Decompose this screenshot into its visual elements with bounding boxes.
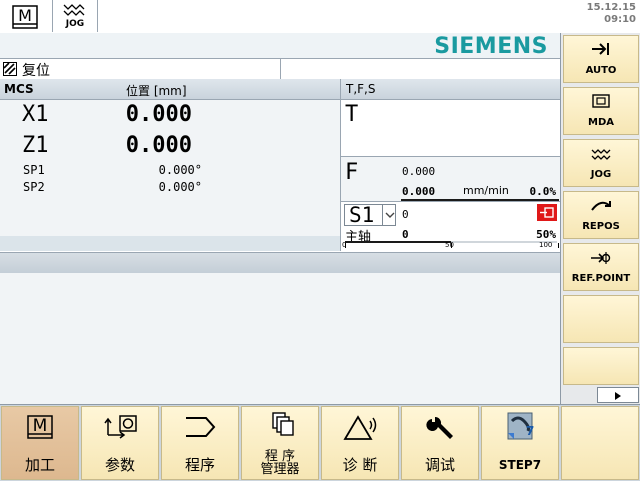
softkey-diagnostics[interactable]: 诊 断 — [321, 406, 399, 480]
divider-bar — [0, 252, 560, 274]
feed-row: F 0.000 0.000 mm/min 0.0% — [341, 156, 560, 202]
svg-text:M: M — [33, 416, 48, 436]
program-manager-icon — [272, 412, 294, 436]
axis-x1-name: X1 — [22, 102, 49, 127]
spindle-select[interactable]: S1 — [344, 203, 397, 227]
softkey-auto-label: AUTO — [585, 65, 617, 76]
softkey-diagnostics-label: 诊 断 — [342, 456, 378, 474]
softkey-program-label: 程序 — [184, 456, 215, 474]
spindle-override-percent: 50% — [536, 228, 556, 241]
spindle-sp2-value: 0.000° — [158, 180, 202, 194]
axis-x1-value: 0.000 — [125, 102, 192, 127]
softkey-program[interactable]: 程序 — [161, 406, 239, 480]
spindle-scale-0: 0 — [342, 241, 347, 249]
channel-status-bar: 复位 — [0, 58, 560, 80]
machine-area-button[interactable]: M — [0, 0, 50, 32]
jog-label: JOG — [65, 19, 85, 29]
program-icon — [186, 417, 216, 437]
softkey-commissioning[interactable]: 调试 — [401, 406, 479, 480]
repos-icon — [591, 201, 611, 211]
softkey-step7[interactable]: 7 STEP7 — [481, 406, 559, 480]
softkey-jog[interactable]: JOG — [563, 139, 639, 187]
jog-icon — [63, 4, 85, 16]
reset-status-text: 复位 — [22, 63, 50, 79]
date-time: 15.12.15 09:10 — [556, 2, 636, 26]
machine-icon: M — [27, 415, 53, 439]
tool-label: T — [345, 102, 359, 127]
step7-icon: 7 — [507, 412, 534, 440]
softkey-empty-7[interactable] — [563, 347, 639, 385]
empty-area — [0, 273, 560, 405]
mcs-header: MCS — [4, 82, 34, 96]
reset-status-icon — [3, 62, 17, 76]
brand-bar: SIEMENS — [0, 33, 560, 59]
spindle-sp2-name: SP2 — [23, 180, 45, 194]
mda-icon — [592, 94, 610, 108]
jog-icon — [591, 149, 611, 160]
softkey-empty-8[interactable] — [561, 406, 639, 480]
softkey-repos-label: REPOS — [582, 221, 620, 232]
spindle-sp1-value: 0.000° — [158, 163, 202, 177]
auto-icon — [592, 43, 609, 55]
position-header: MCS 位置 [mm] T,F,S — [0, 79, 560, 100]
softkey-auto[interactable]: AUTO — [563, 35, 639, 83]
softkey-parameter[interactable]: 参数 — [81, 406, 159, 480]
vertical-softkey-bar: AUTO MDA JOG REPOS REF.POINT — [560, 33, 640, 405]
horizontal-softkey-bar: M 加工 参数 程序 程 序 管理器 诊 断 调试 7 STEP7 — [0, 404, 640, 481]
wrench-icon — [426, 416, 453, 439]
spindle-speed-actual: 0 — [402, 228, 409, 241]
spindle-scale-100: 100 — [539, 241, 553, 249]
feed-label: F — [345, 160, 359, 185]
softkey-commissioning-label: 调试 — [424, 456, 455, 474]
date: 15.12.15 — [586, 2, 636, 13]
svg-text:7: 7 — [526, 424, 534, 438]
mcs-stripe — [0, 236, 340, 251]
softkey-program-manager-label: 程 序 管理器 — [260, 449, 300, 477]
mcs-position-panel: X1 0.000 Z1 0.000 SP1 0.000° SP2 0.000° — [0, 100, 341, 251]
feed-value-actual: 0.000 — [402, 185, 436, 198]
spindle-stop-icon — [537, 204, 557, 221]
softkey-machine[interactable]: M 加工 — [1, 406, 79, 480]
feed-value-set: 0.000 — [402, 165, 436, 178]
softkey-step7-label: STEP7 — [498, 458, 542, 472]
feed-override: 0.0% — [529, 185, 557, 198]
time: 09:10 — [604, 14, 636, 25]
axis-z1-value: 0.000 — [125, 133, 192, 158]
softkey-repos[interactable]: REPOS — [563, 191, 639, 239]
softkey-refpoint-label: REF.POINT — [571, 273, 631, 284]
parameter-icon — [104, 415, 137, 439]
refpoint-icon — [591, 252, 611, 264]
softkey-program-manager[interactable]: 程 序 管理器 — [241, 406, 319, 480]
softkey-jog-label: JOG — [590, 169, 612, 180]
siemens-logo: SIEMENS — [434, 34, 548, 59]
position-unit-header: 位置 [mm] — [126, 84, 187, 98]
next-arrow-icon — [615, 392, 621, 400]
tfs-panel: T F 0.000 0.000 mm/min 0.0% S1 0 主轴 0 50… — [341, 100, 560, 252]
jog-mode-indicator: JOG — [52, 0, 98, 32]
feed-unit: mm/min — [463, 184, 509, 197]
spindle-row: S1 0 主轴 0 50% 0 50 100 — [341, 201, 560, 252]
machine-icon: M — [12, 5, 38, 29]
top-bar: M JOG 15.12.15 09:10 — [0, 0, 640, 34]
softkey-parameter-label: 参数 — [104, 456, 135, 474]
tfs-header: T,F,S — [346, 82, 376, 96]
axis-z1-name: Z1 — [22, 133, 49, 158]
softkey-empty-6[interactable] — [563, 295, 639, 343]
chevron-down-icon[interactable] — [382, 205, 397, 225]
softkey-machine-label: 加工 — [24, 456, 55, 474]
spindle-select-value: S1 — [349, 203, 375, 227]
spindle-speed-set: 0 — [402, 208, 409, 221]
svg-text:M: M — [18, 6, 32, 25]
softkey-mda[interactable]: MDA — [563, 87, 639, 135]
spindle-sp1-name: SP1 — [23, 163, 45, 177]
softkey-refpoint[interactable]: REF.POINT — [563, 243, 639, 291]
diagnostics-icon — [343, 415, 377, 440]
softkey-mda-label: MDA — [588, 117, 614, 128]
spindle-scale-50: 50 — [445, 241, 454, 249]
etc-button[interactable] — [597, 387, 639, 403]
